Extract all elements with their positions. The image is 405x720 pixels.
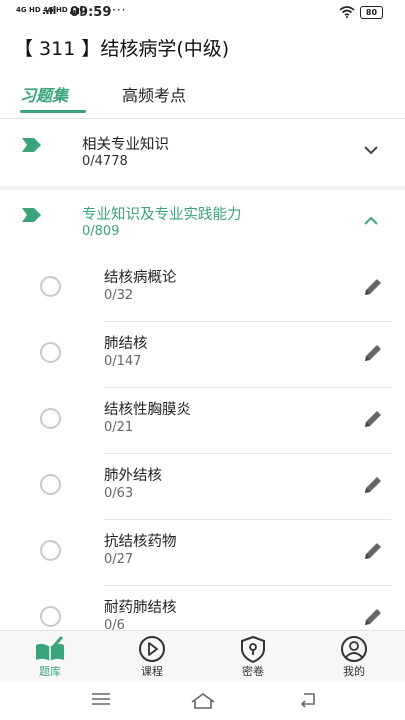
sim1-label: 4G HD xyxy=(16,6,41,14)
book-icon xyxy=(36,636,64,661)
section-count: 0/809 xyxy=(82,224,120,239)
lock-shield-icon xyxy=(241,635,265,663)
chevron-down-icon xyxy=(364,146,378,155)
chapter-count: 0/147 xyxy=(104,354,142,369)
flag-icon xyxy=(22,138,41,152)
progress-circle xyxy=(40,276,61,297)
chapter-name: 耐药肺结核 xyxy=(104,600,177,616)
tab-key-points[interactable]: 高频考点 xyxy=(122,82,186,106)
progress-circle xyxy=(40,474,61,495)
progress-circle xyxy=(40,606,61,627)
list-item[interactable]: 抗结核药物 0/27 xyxy=(0,520,405,586)
chapter-count: 0/63 xyxy=(104,486,134,501)
chapter-count: 0/21 xyxy=(104,420,134,435)
bottom-nav: 题库 课程 密卷 我的 xyxy=(0,630,405,683)
progress-circle xyxy=(40,342,61,363)
section-title: 专业知识及专业实践能力 xyxy=(82,207,242,223)
chapter-name: 肺结核 xyxy=(104,336,148,352)
sim2-label: 4G HD xyxy=(43,6,68,14)
system-nav-bar xyxy=(0,682,405,720)
nav-secret-paper[interactable]: 密卷 xyxy=(223,631,283,683)
status-more: ··· xyxy=(112,3,127,17)
chapter-count: 0/27 xyxy=(104,552,134,567)
pencil-icon[interactable] xyxy=(362,408,384,430)
chapter-name: 结核病概论 xyxy=(104,270,177,286)
chapter-name: 结核性胸膜炎 xyxy=(104,402,191,418)
pencil-icon[interactable] xyxy=(362,342,384,364)
wifi-icon xyxy=(339,6,355,18)
progress-circle xyxy=(40,408,61,429)
chapter-name: 肺外结核 xyxy=(104,468,162,484)
play-icon xyxy=(139,636,165,662)
tab-active-indicator xyxy=(20,110,86,113)
section-related-knowledge[interactable]: 相关专业知识 0/4778 xyxy=(0,120,405,188)
chevron-up-icon xyxy=(364,216,378,225)
home-icon[interactable] xyxy=(190,690,216,710)
nav-mine[interactable]: 我的 xyxy=(324,631,384,683)
tab-exercise-set[interactable]: 习题集 xyxy=(20,82,68,106)
chapter-count: 0/32 xyxy=(104,288,134,303)
nav-label: 密卷 xyxy=(242,665,264,678)
nav-label: 我的 xyxy=(343,665,365,678)
pencil-icon[interactable] xyxy=(362,540,384,562)
section-professional-practice[interactable]: 专业知识及专业实践能力 0/809 xyxy=(0,190,405,258)
nav-course[interactable]: 课程 xyxy=(122,631,182,683)
battery-icon: 80 xyxy=(360,6,383,19)
progress-circle xyxy=(40,540,61,561)
flag-icon xyxy=(22,208,41,222)
tab-bar: 习题集 高频考点 xyxy=(0,72,405,119)
page-title: 【 311 】结核病学(中级) xyxy=(14,38,230,60)
user-icon xyxy=(341,636,367,662)
nav-label: 题库 xyxy=(39,665,61,678)
section-count: 0/4778 xyxy=(82,154,128,169)
list-item[interactable]: 肺结核 0/147 xyxy=(0,322,405,388)
back-icon[interactable] xyxy=(298,690,320,708)
status-bar: 4G HD 4G HD 09:59 ··· 80 xyxy=(0,0,405,26)
status-time: 09:59 xyxy=(70,5,112,20)
section-title: 相关专业知识 xyxy=(82,137,169,153)
list-item[interactable]: 结核病概论 0/32 xyxy=(0,256,405,322)
nav-question-bank[interactable]: 题库 xyxy=(20,631,80,683)
list-item[interactable]: 结核性胸膜炎 0/21 xyxy=(0,388,405,454)
chapter-name: 抗结核药物 xyxy=(104,534,177,550)
menu-icon[interactable] xyxy=(90,690,112,708)
pencil-icon[interactable] xyxy=(362,606,384,628)
list-item[interactable]: 肺外结核 0/63 xyxy=(0,454,405,520)
pencil-icon[interactable] xyxy=(362,474,384,496)
nav-label: 课程 xyxy=(141,665,163,678)
pencil-icon[interactable] xyxy=(362,276,384,298)
